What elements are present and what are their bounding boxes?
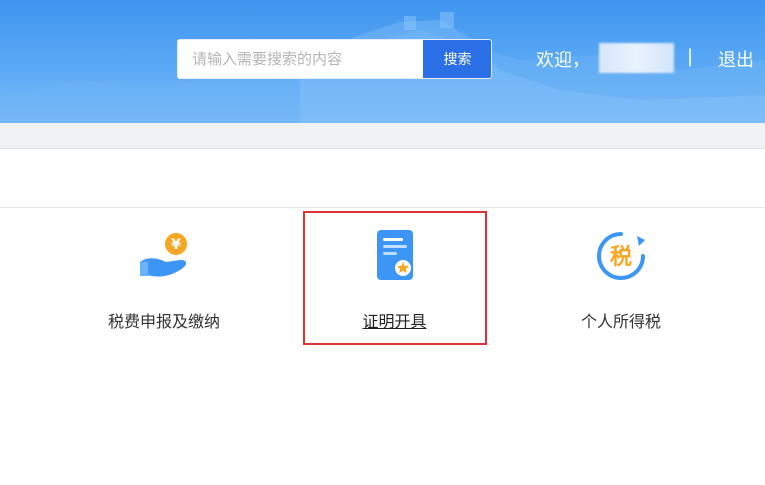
nav-strip (0, 123, 765, 149)
hand-coin-icon: ¥ (136, 228, 192, 288)
welcome-text: 欢迎， (536, 50, 590, 71)
service-tax-declaration[interactable]: ¥ 税费申报及缴纳 (84, 222, 244, 342)
service-label: 证明开具 (362, 312, 427, 331)
header-banner: 搜索 欢迎， | 退出 (0, 0, 765, 123)
service-label: 个人所得税 (580, 312, 661, 331)
search-box: 搜索 (177, 39, 492, 79)
search-button[interactable]: 搜索 (423, 40, 491, 78)
tax-glyph: 税 (610, 244, 632, 270)
service-label: 税费申报及缴纳 (107, 312, 220, 331)
logout-link[interactable]: 退出 (718, 46, 754, 72)
certificate-icon (367, 228, 423, 288)
coin-glyph: ¥ (171, 237, 181, 253)
header-divider: | (687, 46, 694, 67)
username-redacted (599, 43, 674, 73)
search-input[interactable] (178, 40, 423, 78)
service-certificate[interactable]: 证明开具 (312, 222, 477, 342)
section-divider (0, 207, 765, 208)
tax-refresh-icon: 税 (593, 228, 649, 288)
service-individual-income-tax[interactable]: 税 个人所得税 (541, 222, 701, 342)
